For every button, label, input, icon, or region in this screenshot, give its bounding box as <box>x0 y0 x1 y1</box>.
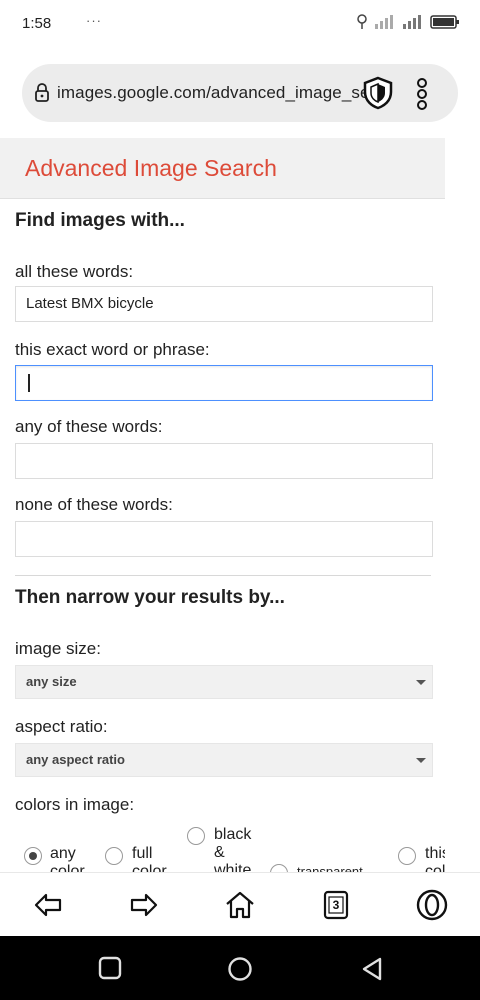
all-words-label: all these words: <box>15 262 134 281</box>
none-words-label: none of these words: <box>15 495 173 514</box>
location-pin-icon <box>357 14 367 29</box>
page-title: Advanced Image Search <box>25 155 277 181</box>
find-heading: Find images with... <box>15 210 185 231</box>
image-size-label: image size: <box>15 639 101 658</box>
section-divider <box>15 575 431 576</box>
radio-this-color[interactable] <box>398 847 416 865</box>
address-bar[interactable]: images.google.com/advanced_image_search <box>22 64 458 122</box>
image-size-select[interactable]: any size <box>15 665 433 699</box>
back-arrow-icon[interactable] <box>32 889 64 921</box>
radio-label-black-white: black & white <box>214 826 252 873</box>
recents-icon[interactable] <box>98 956 122 980</box>
opera-icon[interactable] <box>416 889 448 921</box>
colors-label: colors in image: <box>15 795 135 814</box>
home-icon[interactable] <box>224 889 256 921</box>
radio-label-any-color: any color <box>50 845 85 873</box>
lock-icon[interactable] <box>34 83 50 103</box>
browser-bottom-nav: 3 <box>0 872 480 936</box>
shield-icon[interactable] <box>362 76 394 110</box>
exact-phrase-label: this exact word or phrase: <box>15 340 210 359</box>
radio-label-full-color: full color <box>132 845 167 873</box>
exact-phrase-input[interactable] <box>15 365 433 401</box>
narrow-heading: Then narrow your results by... <box>15 587 285 608</box>
forward-arrow-icon[interactable] <box>128 889 160 921</box>
signal-icon <box>403 15 421 29</box>
tab-count: 3 <box>332 898 340 912</box>
battery-icon <box>430 15 459 29</box>
aspect-ratio-value: any aspect ratio <box>26 752 125 767</box>
radio-label-this-color: this color: <box>425 845 445 873</box>
url-text[interactable]: images.google.com/advanced_image_search <box>57 83 375 103</box>
menu-dots-icon[interactable] <box>414 77 430 111</box>
radio-any-color[interactable] <box>24 847 42 865</box>
tabs-button[interactable]: 3 <box>320 889 352 921</box>
home-circle-icon[interactable] <box>227 956 253 982</box>
none-words-input[interactable] <box>15 521 433 557</box>
aspect-ratio-select[interactable]: any aspect ratio <box>15 743 433 777</box>
system-nav-bar <box>0 936 480 1000</box>
page-header: Advanced Image Search <box>0 138 445 199</box>
text-cursor <box>28 374 30 393</box>
back-triangle-icon[interactable] <box>360 956 384 982</box>
status-time: 1:58 <box>22 15 52 32</box>
any-words-input[interactable] <box>15 443 433 479</box>
chevron-down-icon <box>416 680 426 685</box>
notification-dots: ··· <box>86 13 102 28</box>
aspect-ratio-label: aspect ratio: <box>15 717 108 736</box>
all-words-input[interactable]: Latest BMX bicycle <box>15 286 433 322</box>
radio-full-color[interactable] <box>105 847 123 865</box>
any-words-label: any of these words: <box>15 417 163 436</box>
radio-black-white[interactable] <box>187 827 205 845</box>
status-bar: 1:58 ··· <box>0 0 480 48</box>
signal-icon <box>375 15 393 29</box>
image-size-value: any size <box>26 674 77 689</box>
page-content: Advanced Image Search Find images with..… <box>0 138 445 873</box>
chevron-down-icon <box>416 758 426 763</box>
status-icons <box>356 14 460 30</box>
